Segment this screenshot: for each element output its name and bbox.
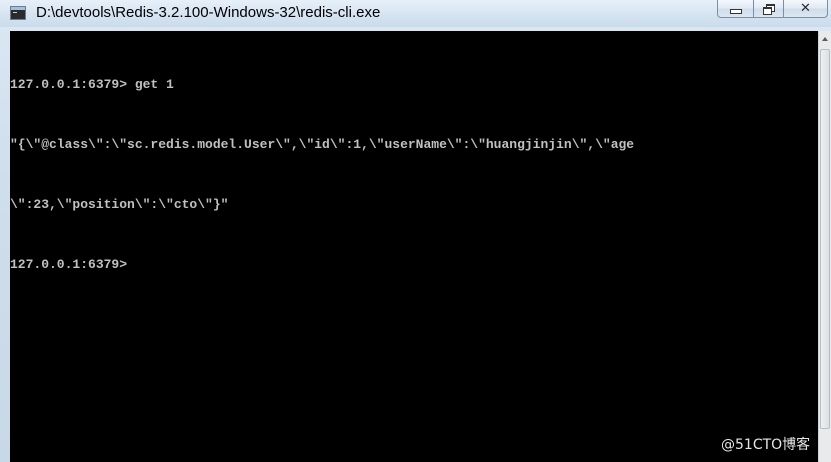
watermark: @51CTO博客 <box>721 437 811 453</box>
console-line: \":23,\"position\":\"cto\"}" <box>10 197 229 212</box>
scroll-thumb[interactable] <box>820 49 830 429</box>
restore-icon <box>763 4 775 15</box>
scroll-up-arrow-icon[interactable] <box>819 31 831 47</box>
console-line: 127.0.0.1:6379> get 1 <box>10 77 174 92</box>
console-text: 127.0.0.1:6379> get 1 "{\"@class\":\"sc.… <box>10 35 634 315</box>
maximize-button[interactable] <box>753 0 784 18</box>
close-icon: ✕ <box>800 1 811 16</box>
console-output[interactable]: 127.0.0.1:6379> get 1 "{\"@class\":\"sc.… <box>10 31 818 462</box>
console-line: "{\"@class\":\"sc.redis.model.User\",\"i… <box>10 137 635 152</box>
console-window: D:\devtools\Redis-3.2.100-Windows-32\red… <box>0 0 831 462</box>
minimize-button[interactable] <box>717 0 754 18</box>
vertical-scrollbar[interactable] <box>818 31 831 462</box>
console-app-icon[interactable] <box>10 6 26 20</box>
minimize-icon <box>729 9 742 14</box>
close-button[interactable]: ✕ <box>783 0 828 18</box>
console-line: 127.0.0.1:6379> <box>10 257 128 272</box>
window-title: D:\devtools\Redis-3.2.100-Windows-32\red… <box>36 4 381 21</box>
title-bar[interactable]: D:\devtools\Redis-3.2.100-Windows-32\red… <box>0 0 831 27</box>
